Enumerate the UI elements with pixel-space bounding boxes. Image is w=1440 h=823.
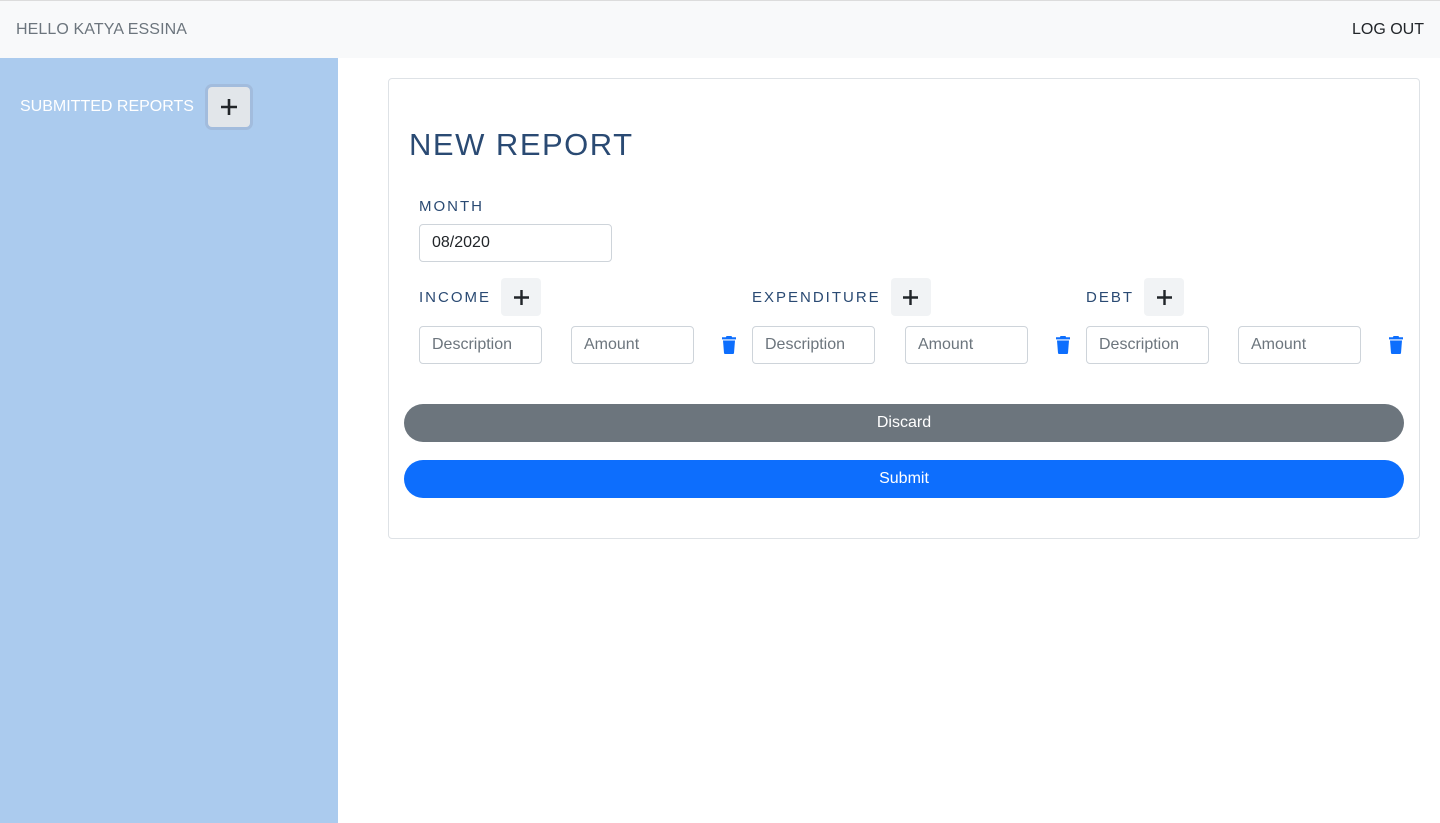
trash-icon[interactable] bbox=[1056, 336, 1070, 354]
month-label: MONTH bbox=[419, 198, 484, 215]
sidebar-header: SUBMITTED REPORTS bbox=[20, 87, 250, 127]
plus-icon bbox=[903, 289, 919, 305]
expenditure-label: EXPENDITURE bbox=[752, 288, 881, 306]
income-section-header: INCOME bbox=[419, 278, 541, 316]
add-expenditure-button[interactable] bbox=[890, 278, 931, 316]
logout-link[interactable]: LOG OUT bbox=[1352, 21, 1424, 39]
debt-amount-input[interactable] bbox=[1238, 326, 1361, 364]
sidebar: SUBMITTED REPORTS bbox=[0, 58, 338, 823]
top-navbar: HELLO KATYA ESSINA LOG OUT bbox=[0, 0, 1440, 58]
income-amount-input[interactable] bbox=[571, 326, 694, 364]
discard-button[interactable]: Discard bbox=[404, 404, 1404, 442]
page-title: NEW REPORT bbox=[409, 127, 634, 162]
trash-icon[interactable] bbox=[722, 336, 736, 354]
submitted-reports-label: SUBMITTED REPORTS bbox=[20, 98, 194, 115]
debt-description-input[interactable] bbox=[1086, 326, 1209, 364]
month-field[interactable] bbox=[419, 224, 612, 262]
plus-icon bbox=[1156, 289, 1172, 305]
new-report-button[interactable] bbox=[207, 87, 250, 127]
expenditure-section-header: EXPENDITURE bbox=[752, 278, 931, 316]
plus-icon bbox=[513, 289, 529, 305]
submit-button[interactable]: Submit bbox=[404, 460, 1404, 498]
debt-label: DEBT bbox=[1086, 288, 1135, 306]
income-description-input[interactable] bbox=[419, 326, 542, 364]
add-income-button[interactable] bbox=[501, 278, 541, 316]
trash-icon[interactable] bbox=[1389, 336, 1403, 354]
expenditure-description-input[interactable] bbox=[752, 326, 875, 364]
income-label: INCOME bbox=[419, 288, 491, 306]
debt-section-header: DEBT bbox=[1086, 278, 1185, 316]
greeting-text: HELLO KATYA ESSINA bbox=[16, 20, 188, 38]
plus-icon bbox=[220, 99, 237, 115]
add-debt-button[interactable] bbox=[1144, 278, 1185, 316]
expenditure-amount-input[interactable] bbox=[905, 326, 1028, 364]
new-report-card: NEW REPORT MONTH INCOME EXPENDITURE DEBT… bbox=[388, 78, 1420, 539]
